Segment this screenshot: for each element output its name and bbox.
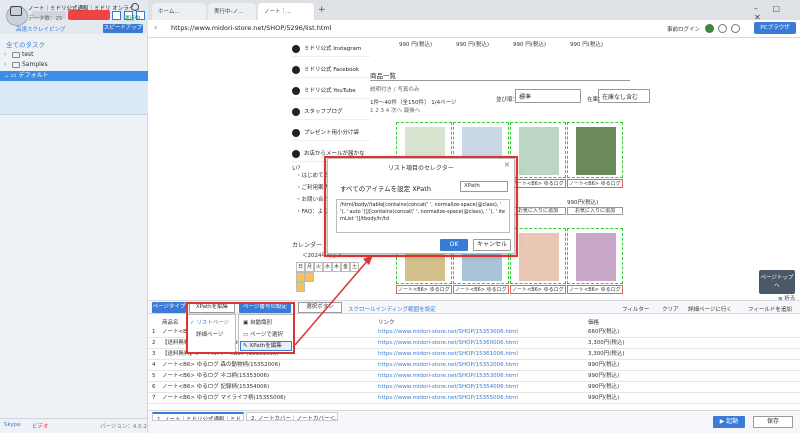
pagination[interactable]: 1 2 3 4 次へ 最後へ <box>370 106 420 114</box>
task-data-count: データ数：25 <box>28 16 63 22</box>
new-tab-button[interactable]: + <box>318 5 326 15</box>
task-status: 運行中 <box>124 16 141 22</box>
back-icon[interactable]: ‹ <box>154 23 157 32</box>
sort-select[interactable]: 標準 <box>515 89 581 103</box>
product-name[interactable]: ノート<B6> ゆるログ <box>453 285 509 294</box>
filter-button[interactable]: フィルター <box>622 305 649 313</box>
chevron-right-icon: › <box>4 61 7 68</box>
price-text: 990 円(税込) <box>456 42 490 48</box>
table-row[interactable]: 4 ノート<B6> ゆるログ 森の動物柄(15352006) https://www… <box>148 360 800 371</box>
product-card[interactable] <box>567 228 623 284</box>
youtube-link[interactable]: ミドリ公式 YouTube <box>292 84 370 99</box>
pc-browser-button[interactable]: PCブラウザ <box>754 22 796 34</box>
product-image <box>576 233 616 281</box>
highlight-frame <box>186 302 295 354</box>
tree-item-default[interactable]: ⌄ ▭ デフォルト <box>0 71 148 81</box>
blog-icon <box>292 107 300 116</box>
price-text: 990 円(税込) <box>399 42 433 48</box>
product-card[interactable] <box>510 228 566 284</box>
all-tasks-label[interactable]: 全てのタスク <box>6 39 45 49</box>
product-name[interactable]: ノート<B6> ゆるログ 森の動物柄(15352006) <box>567 179 623 188</box>
table-row[interactable]: 5 ノート<B6> ゆるログ ネコ柄(15353006) https://www.m… <box>148 371 800 382</box>
browser-tab-running[interactable]: 実行中-ノ... <box>208 3 256 20</box>
youtube-icon <box>292 86 300 95</box>
facebook-link[interactable]: ミドリ公式 Facebook <box>292 63 370 78</box>
speedup-button[interactable]: スピードアップ <box>103 24 143 33</box>
status-icon[interactable] <box>705 24 714 33</box>
product-card[interactable] <box>510 122 566 178</box>
task-tab-2[interactable]: 2. ノートカバー｜ノートカバー＜... <box>246 412 338 421</box>
facebook-icon <box>292 65 300 74</box>
calendar-title: カレンダー <box>292 242 323 249</box>
add-favorite-button[interactable]: お気に入りに追加 <box>510 207 566 215</box>
product-name[interactable]: ノート<B6> ゆるログ <box>510 285 566 294</box>
version-label: バージョン：4.0.2 <box>100 424 147 430</box>
task-title: ノート｜ミドリ公式通販｜ミドリ オンライ... <box>28 6 140 12</box>
gift-bag-link[interactable]: プレゼント用小分け袋 <box>292 126 370 141</box>
browser-tab-active[interactable]: ノート｜... <box>258 3 314 20</box>
tree-item-samples[interactable]: › Samples <box>4 61 48 68</box>
video-link[interactable]: ビデオ <box>32 422 49 430</box>
table-row[interactable]: 7 ノート<B6> ゆるログ マイライフ柄(15355006) https://ww… <box>148 393 800 404</box>
page-type-button[interactable]: ページタイプ <box>152 302 186 313</box>
product-image <box>576 127 616 175</box>
new-task-icon[interactable] <box>112 11 121 20</box>
instagram-icon <box>292 44 300 53</box>
url-field[interactable]: https://www.midori-store.net/SHOP/5296/l… <box>171 24 332 32</box>
table-row[interactable]: 6 ノート<B6> ゆるログ 記録柄(15354006) https://www.m… <box>148 382 800 393</box>
price-text: 990 円(税込) <box>570 42 604 48</box>
add-field-button[interactable]: フィールドを追加 <box>748 305 792 313</box>
product-card[interactable] <box>567 122 623 178</box>
add-favorite-button[interactable]: お気に入りに追加 <box>567 207 623 215</box>
task-mode: 高速スクレイピング <box>16 27 66 33</box>
task-tab-1[interactable]: 1. ノート｜ミドリ公式通販｜ミド... <box>152 412 244 421</box>
save-button[interactable]: 保存 <box>753 416 793 428</box>
product-name[interactable]: ノート<B6> ゆるログ <box>567 285 623 294</box>
price-text: 990円(税込) <box>567 200 599 206</box>
annotation-arrow <box>294 255 373 346</box>
column-header-link[interactable]: リンク <box>378 318 395 326</box>
launch-button[interactable]: ▶ 起動 <box>713 416 745 428</box>
goto-detail-button[interactable]: 詳細ページに行く <box>688 305 732 313</box>
pre-login-link[interactable]: 事前ログイン <box>667 25 700 33</box>
product-image <box>519 127 559 175</box>
product-name[interactable]: ノート<B6> ゆるログ <box>396 285 452 294</box>
mail-icon <box>292 149 300 158</box>
task-card[interactable] <box>0 81 148 115</box>
browser-tab-home[interactable]: ホーム... <box>152 3 206 20</box>
gift-icon <box>292 128 300 137</box>
help-icon[interactable] <box>731 24 740 33</box>
chevron-down-icon: ⌄ ▭ <box>4 72 19 79</box>
folder-icon <box>12 61 20 68</box>
product-name[interactable]: ノート<B6> ゆるログ 森の動物柄(15352006) <box>510 179 566 188</box>
column-header-price[interactable]: 価格 <box>588 318 599 326</box>
price-text: 990 円(税込) <box>513 42 547 48</box>
product-list-title: 商品一覧 <box>370 72 396 80</box>
clear-button[interactable]: クリア <box>662 305 679 313</box>
settings-icon[interactable] <box>718 24 727 33</box>
play-icon[interactable] <box>131 3 139 11</box>
staff-blog-link[interactable]: スタッフブログ <box>292 105 370 120</box>
highlight-frame <box>324 156 518 257</box>
stock-select[interactable]: 在庫なし含む <box>598 89 650 103</box>
folder-icon <box>12 51 20 58</box>
page-top-button[interactable]: ページトップへ <box>759 270 795 294</box>
view-mode-toggle[interactable]: 説明付き / 写真のみ <box>370 85 419 93</box>
tree-item-test[interactable]: › test <box>4 51 34 58</box>
chevron-right-icon: › <box>4 51 7 58</box>
product-image <box>519 233 559 281</box>
column-header-name[interactable]: 商品名 <box>162 318 179 326</box>
instagram-link[interactable]: ミドリ公式 Instagram <box>292 42 370 57</box>
result-count: 1件～40件（全150件） 1/4ページ <box>370 100 457 106</box>
skype-link[interactable]: Skype <box>4 422 21 428</box>
robot-icon <box>10 6 22 16</box>
divider <box>370 80 630 81</box>
